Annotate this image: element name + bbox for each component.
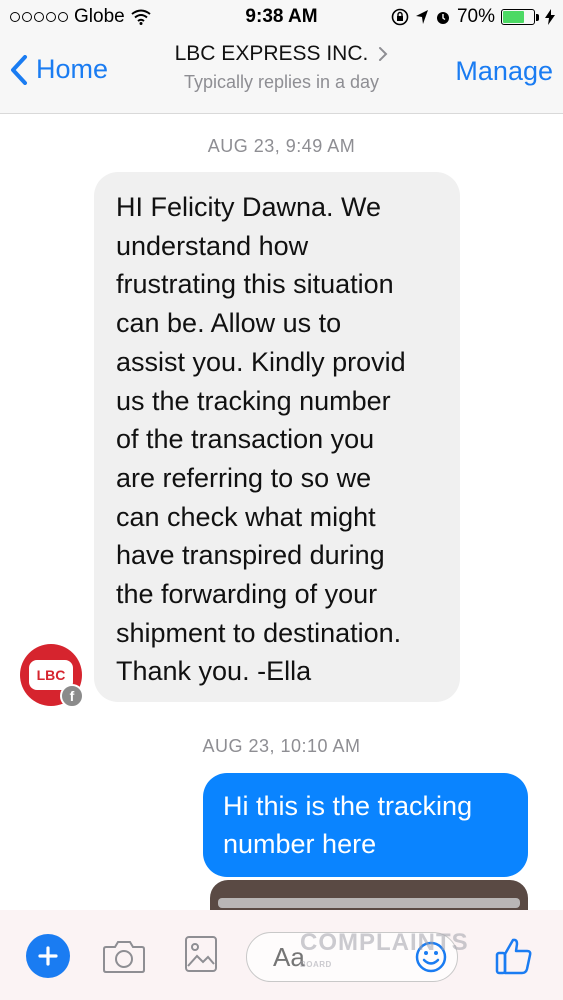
message-line: Thank you. -Ella — [116, 656, 312, 687]
facebook-badge-icon: f — [60, 684, 84, 708]
thumbs-up-icon[interactable] — [494, 936, 534, 976]
charging-bolt-icon — [545, 9, 555, 25]
message-line: can be. Allow us to — [116, 308, 342, 339]
message-line: of the transaction you — [116, 424, 375, 455]
message-line: number here — [223, 829, 377, 859]
message-line: have transpired during — [116, 540, 385, 571]
manage-button[interactable]: Manage — [455, 56, 553, 87]
battery-percent: 70% — [456, 6, 495, 27]
navigation-bar: Home LBC EXPRESS INC. Typically replies … — [0, 36, 563, 114]
conversation-title: LBC EXPRESS INC. — [174, 42, 369, 65]
location-arrow-icon — [415, 10, 428, 24]
photo-gallery-icon[interactable] — [183, 934, 219, 974]
message-line: are referring to so we — [116, 462, 372, 493]
message-line: assist you. Kindly provid — [116, 346, 406, 377]
battery-icon — [501, 9, 535, 25]
chevron-right-icon — [379, 47, 388, 61]
watermark-subtitle: BOARD — [300, 960, 332, 969]
status-icons: 70% — [391, 6, 555, 28]
message-timestamp: AUG 23, 9:49 AM — [207, 136, 356, 156]
message-timestamp: AUG 23, 10:10 AM — [202, 736, 361, 756]
incoming-message-bubble[interactable]: HI Felicity Dawna. We understand how fru… — [94, 172, 460, 702]
message-line: HI Felicity Dawna. We — [116, 192, 382, 222]
camera-icon[interactable] — [102, 938, 146, 974]
message-line: Hi this is the tracking — [223, 791, 473, 821]
message-line: the forwarding of your — [116, 579, 378, 610]
message-line: shipment to destination. — [116, 617, 402, 648]
add-button[interactable] — [26, 934, 70, 978]
watermark-title: COMPLAINTS — [300, 929, 469, 956]
plus-icon — [38, 946, 58, 966]
status-bar: Globe 9:38 AM 70% — [0, 0, 563, 36]
watermark: COMPLAINTS BOARD — [300, 929, 469, 976]
lock-rotation-icon — [391, 8, 409, 26]
image-content — [218, 898, 520, 908]
message-line: us the tracking number — [116, 385, 391, 416]
message-line: can check what might — [116, 501, 376, 532]
alarm-icon — [436, 12, 449, 24]
message-line: frustrating this situation — [116, 269, 394, 300]
message-line: understand how — [116, 230, 309, 261]
message-composer — [0, 910, 563, 1000]
outgoing-message-bubble[interactable]: Hi this is the tracking number here — [203, 773, 528, 877]
